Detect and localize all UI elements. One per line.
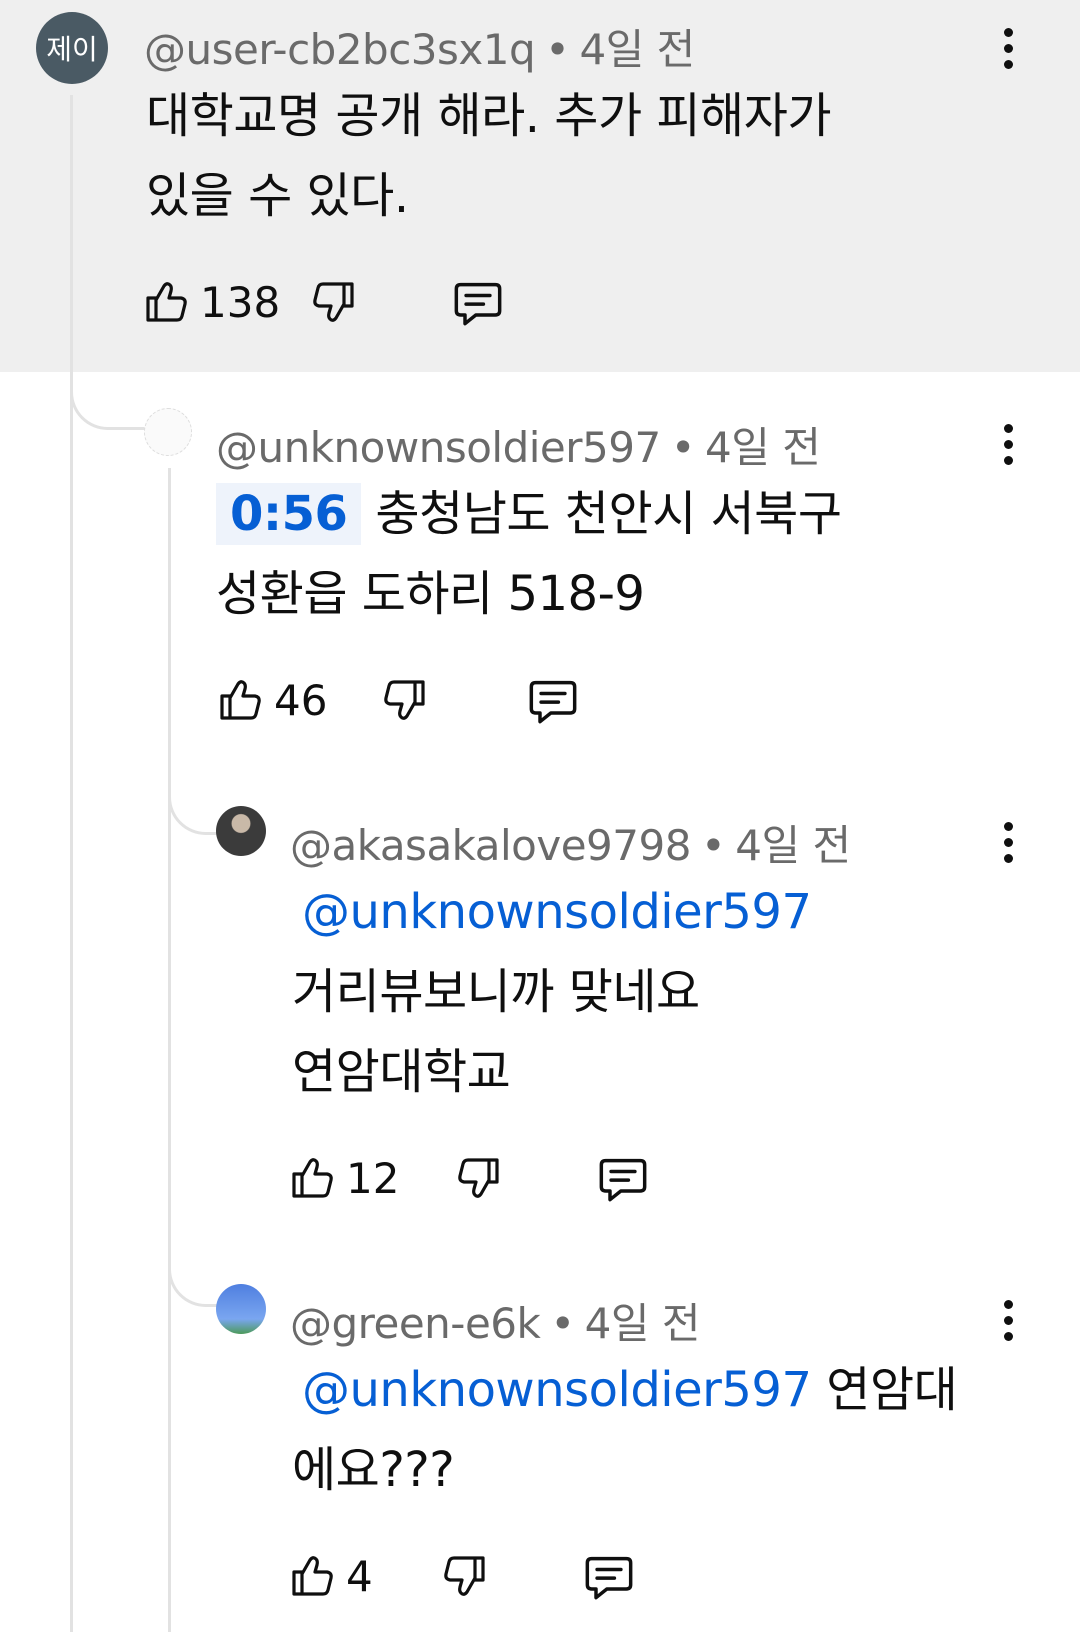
video-timestamp-link[interactable]: 0:56 [216,483,362,545]
reply-button[interactable] [597,1152,649,1204]
reply-button[interactable] [452,276,504,328]
comment-text-line: 있을 수 있다. [146,168,409,224]
comment-actions: 46 [216,670,579,730]
comment-text: @unknownsoldier597 거리뷰보니까 맞네요 연암대학교 [292,872,812,1112]
avatar[interactable]: 제이 [36,12,108,84]
comment-actions: 138 [142,272,504,332]
comment-actions: 4 [288,1546,635,1606]
author-name[interactable]: @akasakalove9798 [290,821,691,870]
comment-text-line: 0:56 충청남도 천안시 서북구 [216,474,842,554]
thumbs-up-icon [142,278,190,326]
avatar-initials: 제이 [46,33,98,66]
avatar[interactable] [144,408,192,456]
comment-text-line: 에요??? [292,1442,455,1498]
comment-text-line: 연암대학교 [292,1044,511,1100]
thread-connector-reply-2 [168,770,219,835]
thread-line-main [70,95,73,1632]
like-count: 12 [346,1153,400,1203]
thumbs-up-icon [288,1552,336,1600]
comment-time: 4일 전 [704,423,821,472]
reply-button[interactable] [527,674,579,726]
avatar[interactable] [216,806,266,856]
dislike-button[interactable] [381,676,429,724]
more-vert-icon[interactable] [988,1290,1028,1350]
thumbs-down-icon [455,1154,503,1202]
avatar[interactable] [216,1284,266,1334]
reply-comment-icon [527,674,579,726]
comment-text: 0:56 충청남도 천안시 서북구 성환읍 도하리 518-9 [216,474,842,634]
reply-button[interactable] [583,1550,635,1602]
like-count: 4 [346,1551,373,1601]
thumbs-down-icon [310,278,358,326]
like-button[interactable]: 138 [142,278,280,327]
reply-comment-icon [583,1550,635,1602]
author-name[interactable]: @green-e6k [290,1299,541,1348]
comment-time: 4일 전 [584,1299,701,1348]
like-count: 138 [200,277,281,327]
author-name[interactable]: @unknownsoldier597 [216,423,661,472]
comment-text-segment: 연암대 [826,1362,958,1418]
comment-meta: @akasakalove9798 • 4일 전 [290,821,851,870]
comment-text: 대학교명 공개 해라. 추가 피해자가 있을 수 있다. [146,76,832,236]
comment-meta: @user-cb2bc3sx1q • 4일 전 [144,25,695,74]
comment-text-line: @unknownsoldier597 연암대 [292,1350,958,1430]
reply-comment-icon [597,1152,649,1204]
comment-text-line: 성환읍 도하리 518-9 [216,566,645,622]
thumbs-up-icon [288,1154,336,1202]
more-vert-icon[interactable] [988,414,1028,474]
like-button[interactable]: 46 [216,676,327,725]
comment-actions: 12 [288,1148,649,1208]
more-vert-icon[interactable] [988,18,1028,78]
thread-line-reply [168,468,171,1632]
dislike-button[interactable] [455,1154,503,1202]
comment-text-segment: 충청남도 천안시 서북구 [375,486,842,542]
thread-connector-reply-1 [70,372,151,430]
thread-connector-reply-3 [168,1250,219,1307]
mention-link[interactable]: @unknownsoldier597 [292,872,812,952]
comment-text: @unknownsoldier597 연암대 에요??? [292,1350,958,1510]
thumbs-down-icon [381,676,429,724]
like-button[interactable]: 4 [288,1552,373,1601]
thumbs-down-icon [441,1552,489,1600]
like-button[interactable]: 12 [288,1154,399,1203]
dislike-button[interactable] [310,278,358,326]
comment-time: 4일 전 [579,25,695,74]
more-vert-icon[interactable] [988,812,1028,872]
like-count: 46 [274,675,328,725]
author-name[interactable]: @user-cb2bc3sx1q [144,25,536,74]
comment-time: 4일 전 [735,821,851,870]
comment-text-line: 대학교명 공개 해라. 추가 피해자가 [146,88,832,144]
comment-meta: @unknownsoldier597 • 4일 전 [216,423,821,472]
dislike-button[interactable] [441,1552,489,1600]
mention-link[interactable]: @unknownsoldier597 [302,1362,812,1418]
comment-text-line: 거리뷰보니까 맞네요 [292,964,700,1020]
comment-meta: @green-e6k • 4일 전 [290,1299,701,1348]
reply-comment-icon [452,276,504,328]
thumbs-up-icon [216,676,264,724]
